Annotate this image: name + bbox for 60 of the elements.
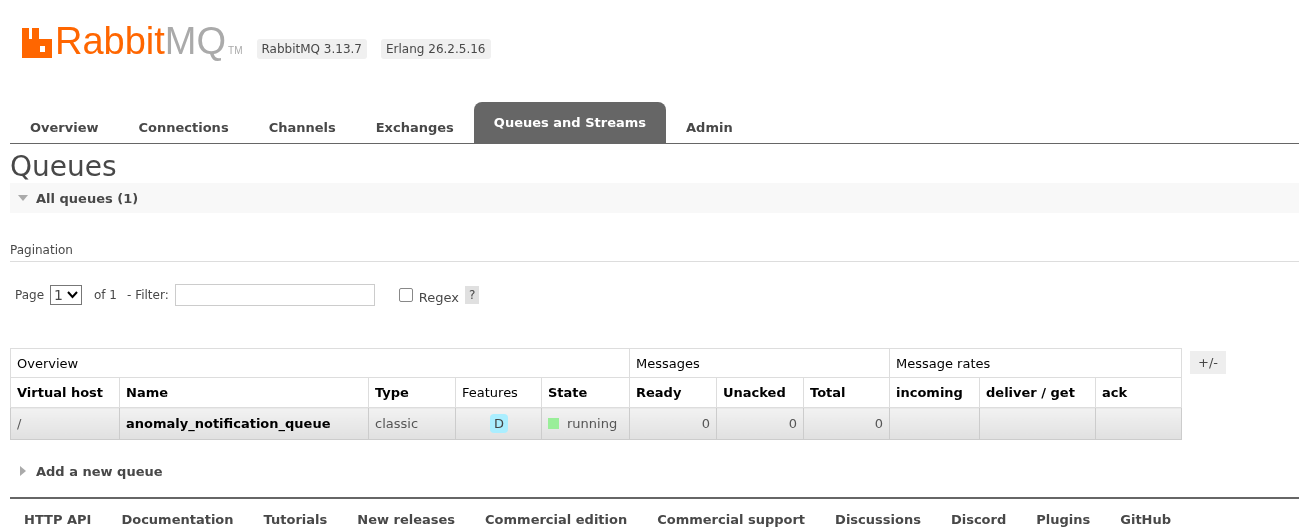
collapse-triangle-icon[interactable] [18, 193, 28, 203]
table-cell: / [10, 407, 120, 440]
nav-tab[interactable]: Overview [10, 107, 119, 143]
column-header[interactable]: Name [119, 377, 369, 408]
column-group-header: Overview [10, 348, 630, 378]
table-cell: 0 [803, 407, 890, 440]
page-title: Queues [10, 151, 118, 183]
column-group-header: Message rates [889, 348, 1182, 378]
filter-input[interactable] [174, 284, 375, 306]
footer-link[interactable]: Tutorials [263, 512, 328, 528]
expand-triangle-icon[interactable] [18, 466, 28, 476]
section-title[interactable]: All queues (1) [36, 190, 139, 206]
section-title[interactable]: Add a new queue [36, 463, 163, 479]
state-text: running [567, 416, 618, 431]
footer-link[interactable]: Plugins [1036, 512, 1091, 528]
footer-link[interactable]: New releases [357, 512, 456, 528]
filter-label: - Filter: [127, 288, 169, 302]
pagination-label: Pagination [10, 243, 1299, 262]
logo-text: MQ [164, 22, 227, 60]
column-header[interactable]: ack [1095, 377, 1182, 408]
help-button[interactable]: ? [464, 286, 480, 304]
column-header[interactable]: Unacked [716, 377, 804, 408]
feature-badge: D [490, 414, 508, 433]
column-header[interactable]: Virtual host [10, 377, 120, 408]
column-header[interactable]: Total [803, 377, 890, 408]
nav-tab[interactable]: Connections [118, 107, 249, 143]
footer-link[interactable]: Commercial support [657, 512, 806, 528]
table-cell: classic [368, 407, 456, 440]
column-group-header: Messages [629, 348, 890, 378]
table-cell[interactable]: anomaly_notification_queue [119, 407, 369, 440]
page-count-label: of 1 [94, 288, 117, 302]
version-label: Erlang 26.2.5.16 [381, 39, 491, 59]
nav-tab[interactable]: Admin [666, 107, 753, 143]
footer-link[interactable]: GitHub [1120, 512, 1172, 528]
column-header[interactable]: State [541, 377, 630, 408]
table-cell: 0 [716, 407, 804, 440]
page-select[interactable]: 1 [50, 285, 82, 305]
nav-tab[interactable]: Queues and Streams [473, 102, 667, 143]
page-label: Page [15, 288, 45, 302]
column-header[interactable]: Type [368, 377, 456, 408]
footer-link[interactable]: Commercial edition [485, 512, 628, 528]
nav-tab[interactable]: Exchanges [355, 107, 474, 143]
footer-link[interactable]: HTTP API [24, 512, 92, 528]
footer-link[interactable]: Discord [950, 512, 1007, 528]
regex-label: Regex [418, 289, 459, 305]
toggle-columns-button[interactable]: +/- [1190, 351, 1226, 374]
nav-tab[interactable]: Channels [248, 107, 356, 143]
column-header[interactable]: Features [455, 377, 542, 408]
version-label: RabbitMQ 3.13.7 [256, 39, 367, 59]
footer-link[interactable]: Discussions [835, 512, 921, 528]
column-header[interactable]: deliver / get [979, 377, 1096, 408]
regex-checkbox[interactable] [398, 288, 413, 302]
rabbit-logo-icon [22, 28, 52, 58]
table-cell: 0 [629, 407, 717, 440]
column-header[interactable]: incoming [889, 377, 980, 408]
footer-link[interactable]: Documentation [121, 512, 234, 528]
trademark-text: TM [228, 46, 243, 56]
logo-text: Rabbit [55, 22, 165, 60]
column-header[interactable]: Ready [629, 377, 717, 408]
chevron-down-icon [67, 291, 78, 299]
